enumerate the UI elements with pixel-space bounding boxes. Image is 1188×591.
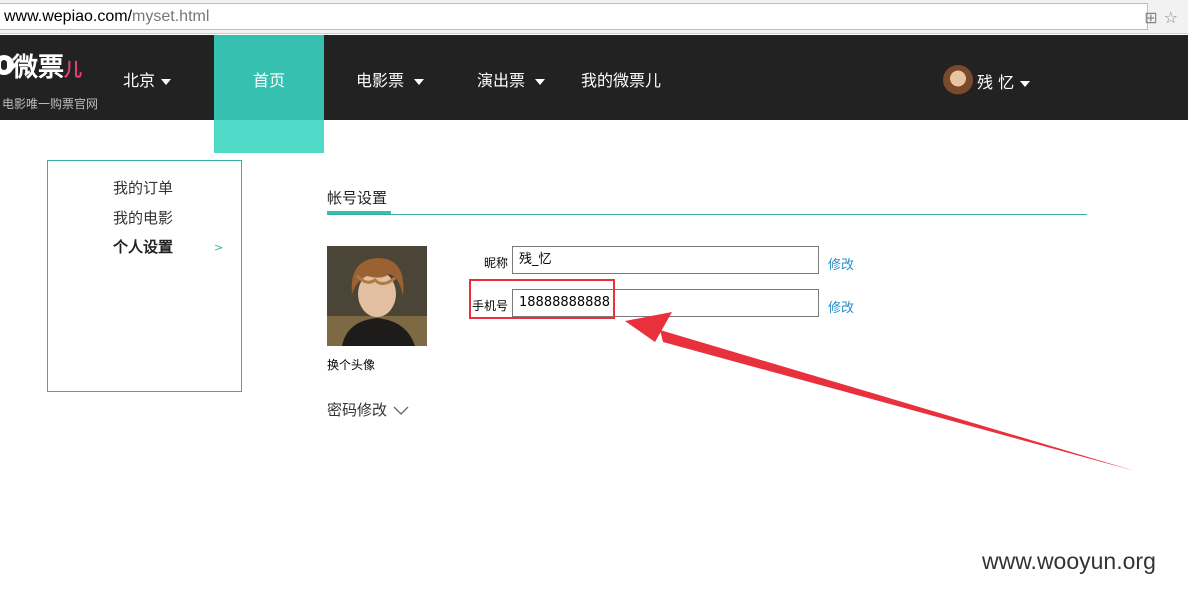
city-selector[interactable]: 北京 xyxy=(123,67,172,91)
profile-photo xyxy=(327,246,427,346)
nickname-field[interactable]: 残_忆 xyxy=(512,246,819,274)
chevron-down-icon xyxy=(535,78,546,85)
sidebar-item-settings[interactable]: 个人设置 xyxy=(113,236,173,257)
sidebar-item-orders[interactable]: 我的订单 xyxy=(113,177,173,198)
nickname-label: 昵称 xyxy=(483,256,508,270)
avatar xyxy=(943,65,973,95)
url-path: myset.html xyxy=(132,8,210,25)
edit-phone-link[interactable]: 修改 xyxy=(828,297,854,316)
chevron-down-icon xyxy=(393,406,409,415)
chevron-down-icon xyxy=(1020,80,1031,87)
sidebar-item-movies[interactable]: 我的电影 xyxy=(113,207,173,228)
password-change-toggle[interactable]: 密码修改 xyxy=(327,399,409,420)
tab-account-settings[interactable]: 帐号设置 xyxy=(327,187,387,208)
top-nav: 微票儿 电影唯一购票官网 北京 首页 电影票 演出票 我的微票儿 残 忆 xyxy=(0,35,1188,153)
chevron-down-icon xyxy=(414,78,425,85)
watermark: www.wooyun.org xyxy=(982,548,1156,574)
active-marker-icon: > xyxy=(214,241,224,254)
url-host: www.wepiao.com/ xyxy=(4,8,133,25)
logo-slogan: 电影唯一购票官网 xyxy=(2,97,99,111)
logo-text: 微票儿 xyxy=(12,53,83,83)
star-icon[interactable]: ☆ xyxy=(1164,8,1184,27)
translate-icon[interactable]: ⊞ xyxy=(1144,8,1163,27)
url-field[interactable]: www.wepiao.com/myset.html xyxy=(0,3,1148,30)
change-avatar-link[interactable]: 换个头像 xyxy=(327,356,375,373)
annotation-highlight-box xyxy=(469,279,615,319)
nav-home[interactable]: 首页 xyxy=(214,35,324,153)
nav-movie-tickets[interactable]: 电影票 xyxy=(356,67,425,91)
nav-my-wepiao[interactable]: 我的微票儿 xyxy=(581,67,661,91)
user-name: 残 忆 xyxy=(977,69,1031,93)
logo[interactable]: 微票儿 电影唯一购票官网 xyxy=(0,45,114,115)
section-divider xyxy=(327,214,1087,215)
edit-nickname-link[interactable]: 修改 xyxy=(828,254,854,273)
browser-address-bar: www.wepiao.com/myset.html ⊞☆ xyxy=(0,0,1188,34)
chevron-down-icon xyxy=(161,78,172,85)
browser-tools: ⊞☆ xyxy=(1144,8,1184,27)
nav-show-tickets[interactable]: 演出票 xyxy=(477,67,546,91)
sidebar: 我的订单 我的电影 个人设置 > xyxy=(47,160,242,392)
